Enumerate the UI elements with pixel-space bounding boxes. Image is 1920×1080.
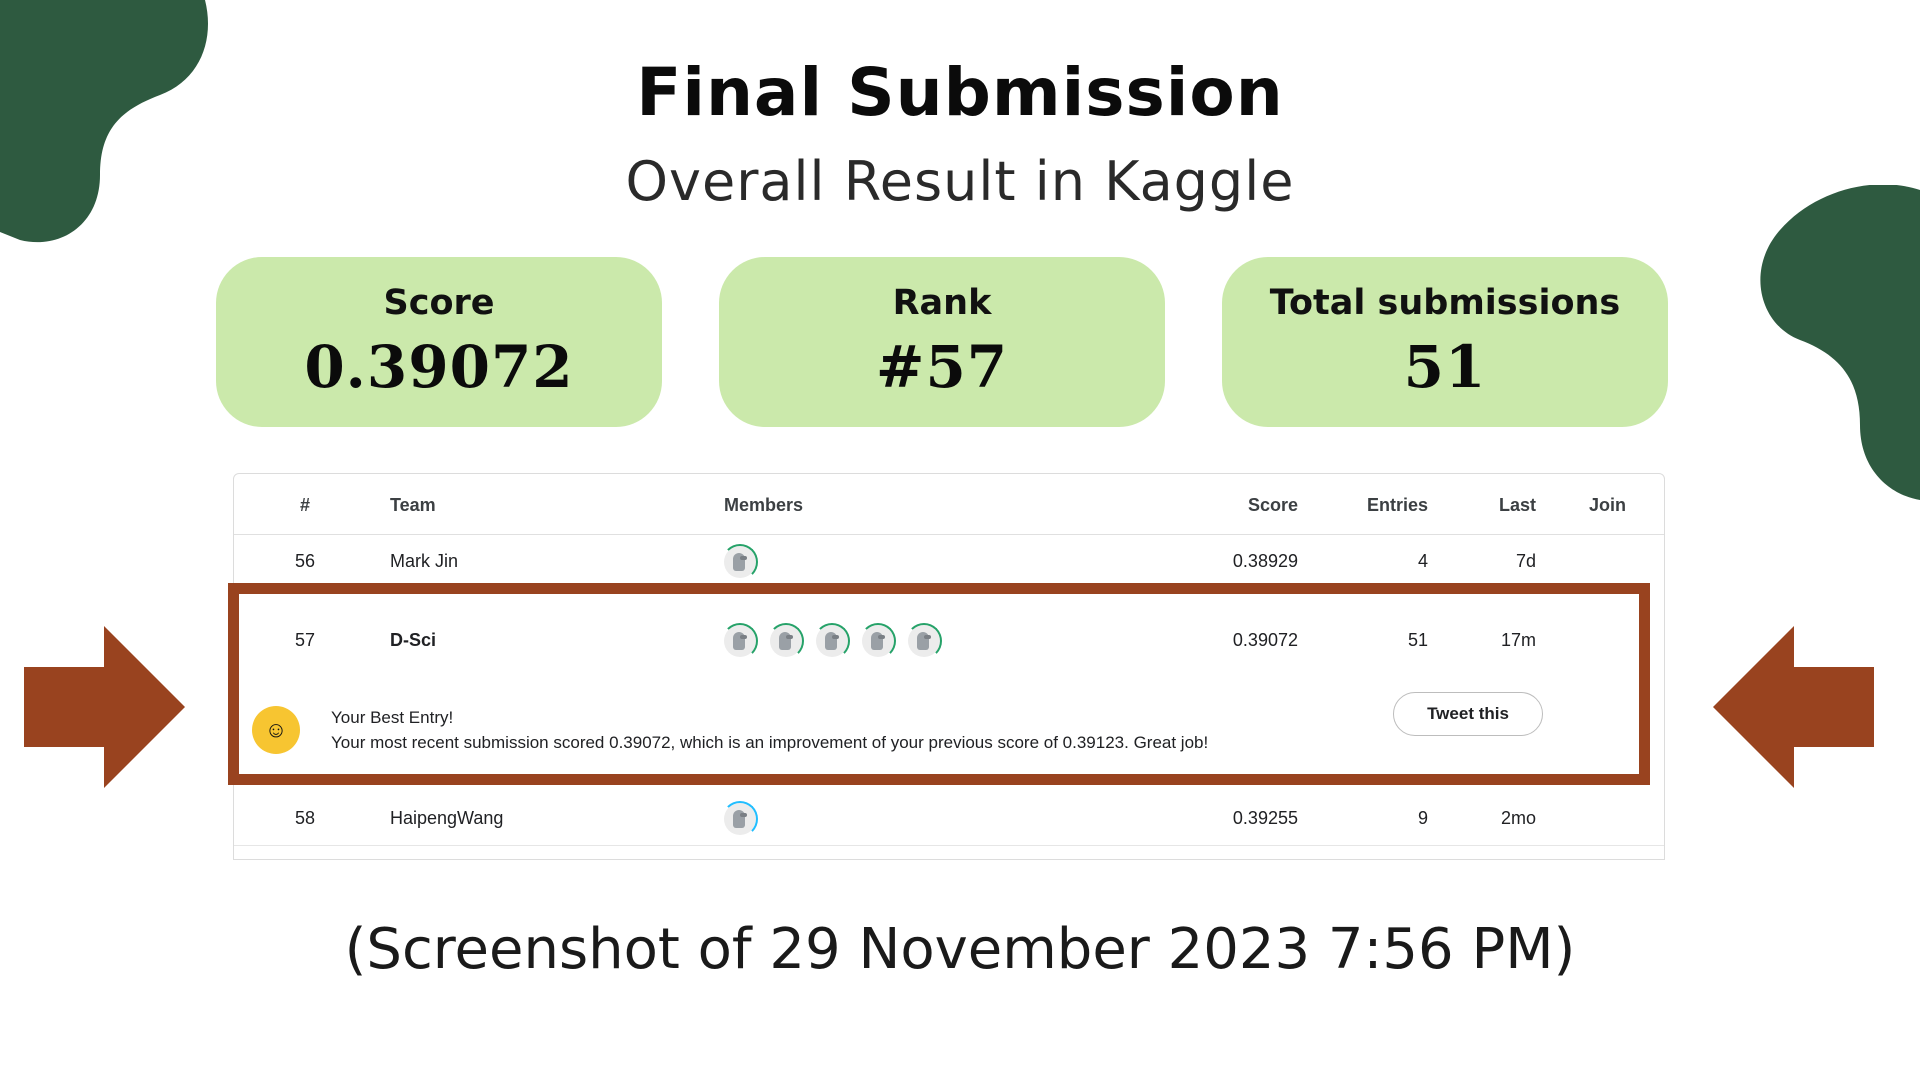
row-rank: 56: [294, 551, 316, 571]
rank-card: Rank #57: [719, 257, 1165, 427]
arrow-right-icon: [24, 626, 185, 788]
column-header-last[interactable]: Last: [1499, 495, 1536, 516]
screenshot-caption: (Screenshot of 29 November 2023 7:56 PM): [344, 917, 1576, 982]
row-entries: 4: [1417, 551, 1428, 571]
table-row[interactable]: 56 Mark Jin 0.38929 4 7d: [234, 534, 1664, 589]
row-members: [722, 534, 770, 588]
submissions-card-label: Total submissions: [1269, 283, 1621, 323]
row-last: 2mo: [1500, 808, 1536, 828]
member-avatar[interactable]: [722, 801, 758, 838]
row-members: [722, 791, 770, 845]
submissions-card-value: 51: [1403, 333, 1487, 401]
column-header-join[interactable]: Join: [1589, 495, 1626, 516]
submissions-card: Total submissions 51: [1222, 257, 1668, 427]
row-entries: 9: [1417, 808, 1428, 828]
column-header-team[interactable]: Team: [390, 495, 436, 516]
table-row[interactable]: 58 HaipengWang 0.39255 9 2mo: [234, 791, 1664, 846]
column-header-score[interactable]: Score: [1248, 495, 1298, 516]
row-team[interactable]: Mark Jin: [390, 534, 458, 588]
row-score: 0.38929: [1232, 551, 1298, 571]
row-team[interactable]: HaipengWang: [390, 791, 503, 845]
column-header-members: Members: [724, 495, 804, 515]
highlight-frame: [228, 583, 1650, 785]
member-avatar[interactable]: [722, 544, 758, 581]
page-subtitle: Overall Result in Kaggle: [625, 150, 1295, 213]
leaderboard-header-row: # Team Members Score Entries Last Join: [234, 474, 1664, 535]
score-card-label: Score: [383, 283, 495, 323]
page-title: Final Submission: [636, 54, 1284, 131]
rank-card-label: Rank: [892, 283, 992, 323]
score-card: Score 0.39072: [216, 257, 662, 427]
decorative-blob-right: [1760, 185, 1920, 500]
row-score: 0.39255: [1232, 808, 1298, 828]
score-card-value: 0.39072: [304, 333, 574, 401]
column-header-rank[interactable]: #: [292, 495, 318, 516]
row-last: 7d: [1515, 551, 1536, 571]
column-header-entries[interactable]: Entries: [1367, 495, 1428, 516]
row-rank: 58: [294, 808, 316, 828]
arrow-left-icon: [1713, 626, 1874, 788]
rank-card-value: #57: [875, 333, 1009, 401]
